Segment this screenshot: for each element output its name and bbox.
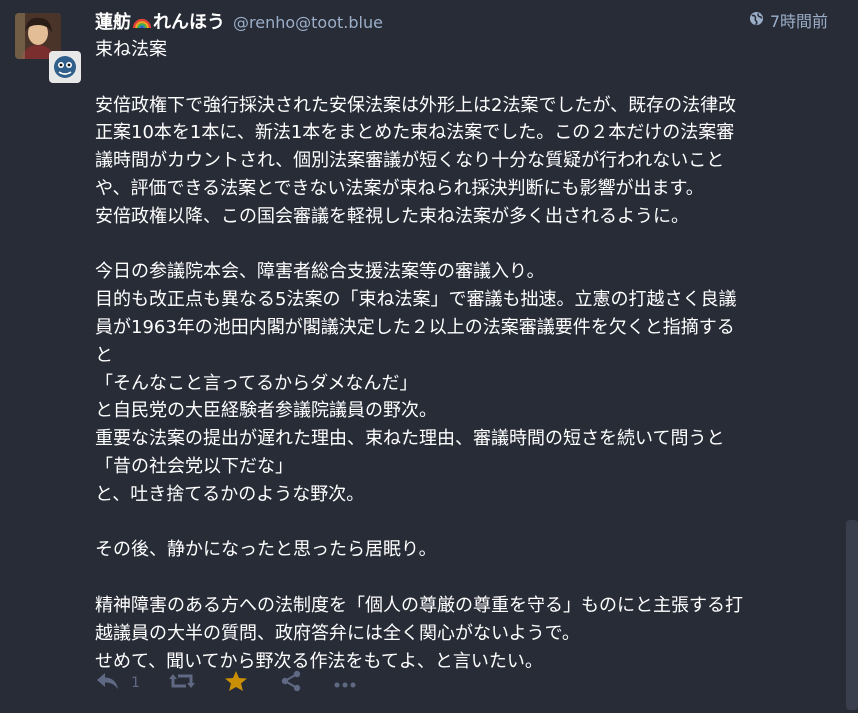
account-handle[interactable]: @renho@toot.blue <box>233 13 383 32</box>
display-name-text: 蓮舫 <box>95 12 131 33</box>
content-line: と自民党の大臣経験者参議院議員の野次。 <box>95 400 437 422</box>
content-line: 「昔の社会党以下だな」 <box>95 455 293 477</box>
content-paragraph: 束ね法案 <box>95 36 830 64</box>
content-paragraph: その後、静かになったと思ったら居眠り。 <box>95 536 830 564</box>
reply-button[interactable]: 1 <box>95 670 140 696</box>
favourite-button[interactable] <box>224 670 248 696</box>
content-line: と、吐き捨てるかのような野次。 <box>95 483 365 505</box>
share-icon <box>280 670 302 696</box>
content-line: 束ね法案 <box>95 39 167 60</box>
content-line: や、評価できる法案とできない法案が束ねられ採決判断にも影響が出ます。 <box>95 177 704 199</box>
rainbow-icon <box>132 12 152 35</box>
globe-icon <box>749 11 764 30</box>
star-icon <box>224 670 248 696</box>
content-paragraph: 精神障害のある方への法制度を「個人の尊厳の尊重を守る」ものにと主張する打 越議員の… <box>95 592 830 675</box>
boost-button[interactable] <box>168 670 196 696</box>
content-line: 今日の参議院本会、障害者総合支援法案等の審議入り。 <box>95 261 545 283</box>
share-button[interactable] <box>280 670 302 696</box>
content-line: 越議員の大半の質問、政府答弁には全く関心がないようで。 <box>95 622 580 644</box>
status-header[interactable]: 蓮舫 れんほう @renho@toot.blue <box>95 8 828 35</box>
content-line: と <box>95 344 113 366</box>
content-paragraph: 安倍政権下で強行採決された安保法案は外形上は2法案でしたが、既存の法律改 正案10… <box>95 92 830 231</box>
status-timestamp[interactable]: 7時間前 <box>749 8 828 32</box>
content-line: 安倍政権以降、この国会審議を軽視した束ね法案が多く出されるように。 <box>95 205 689 227</box>
more-icon <box>334 674 356 693</box>
status-content: 束ね法案安倍政権下で強行採決された安保法案は外形上は2法案でしたが、既存の法律改… <box>95 36 830 675</box>
content-line: 重要な法案の提出が遅れた理由、束ねた理由、審議時間の短さを続いて問うと <box>95 428 725 450</box>
content-paragraph: 今日の参議院本会、障害者総合支援法案等の審議入り。目的も改正点も異なる5法案の「… <box>95 258 830 508</box>
content-line: 「そんなこと言ってるからダメなんだ」 <box>95 372 418 394</box>
content-line: その後、静かになったと思ったら居眠り。 <box>95 539 437 561</box>
content-line: 正案10本を1本に、新法1本をまとめた束ね法案でした。この２本だけの法案審 <box>95 122 735 144</box>
scrollbar[interactable] <box>846 520 858 710</box>
display-name-suffix: れんほう <box>153 12 225 33</box>
content-line: 精神障害のある方への法制度を「個人の尊厳の尊重を守る」ものにと主張する打 <box>95 594 743 616</box>
content-line: 議時間がカウントされ、個別法案審議が短くなり十分な質疑が行われないこと <box>95 150 725 172</box>
content-line: 員が1963年の池田内閣が閣議決定した２以上の法案審議要件を欠くと指摘する <box>95 316 735 338</box>
content-line: 目的も改正点も異なる5法案の「束ね法案」で審議も拙速。立憲の打越さく良議 <box>95 289 737 311</box>
boost-icon <box>168 670 196 696</box>
avatar-group[interactable] <box>15 13 85 83</box>
content-line: 安倍政権下で強行採決された安保法案は外形上は2法案でしたが、既存の法律改 <box>95 94 737 116</box>
relative-time: 7時間前 <box>769 12 828 31</box>
boosted-account-avatar[interactable] <box>49 51 81 83</box>
reply-count: 1 <box>131 675 140 691</box>
reply-icon <box>95 670 121 696</box>
more-button[interactable] <box>334 674 356 693</box>
status-card: 蓮舫 れんほう @renho@toot.blue 7時間前 束ね法案安倍政権下で… <box>0 0 858 713</box>
display-name[interactable]: 蓮舫 れんほう <box>95 8 225 35</box>
action-bar: 1 <box>95 668 356 698</box>
